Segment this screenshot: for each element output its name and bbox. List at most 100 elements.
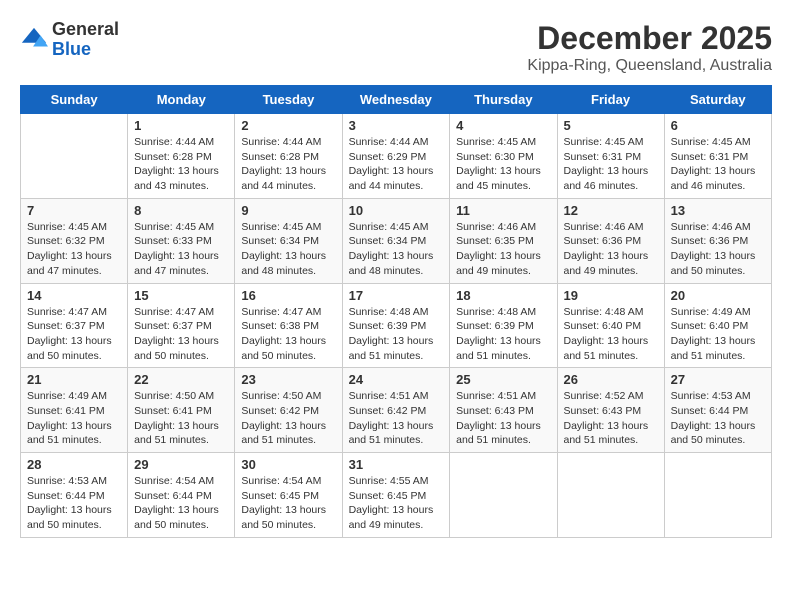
calendar-cell: 4Sunrise: 4:45 AMSunset: 6:30 PMDaylight… [450,114,557,199]
cell-content: Sunrise: 4:44 AMSunset: 6:28 PMDaylight:… [241,135,335,194]
cell-content: Sunrise: 4:46 AMSunset: 6:36 PMDaylight:… [564,220,658,279]
week-row-1: 1 Sunrise: 4:44 AMSunset: 6:28 PMDaylight… [21,114,772,199]
weekday-header-tuesday: Tuesday [235,86,342,114]
cell-content: Sunrise: 4:44 AMSunset: 6:28 PMDaylight:… [134,135,228,194]
cell-content: Sunrise: 4:45 AMSunset: 6:33 PMDaylight:… [134,220,228,279]
calendar-table: SundayMondayTuesdayWednesdayThursdayFrid… [20,85,772,538]
cell-content: Sunrise: 4:50 AMSunset: 6:42 PMDaylight:… [241,389,335,448]
day-number: 20 [671,288,765,303]
day-number: 24 [349,372,444,387]
cell-content: Sunrise: 4:51 AMSunset: 6:43 PMDaylight:… [456,389,550,448]
cell-content: Sunrise: 4:51 AMSunset: 6:42 PMDaylight:… [349,389,444,448]
day-number: 7 [27,203,121,218]
day-number: 8 [134,203,228,218]
calendar-cell: 10 Sunrise: 4:45 AMSunset: 6:34 PMDayligh… [342,198,450,283]
logo-icon [20,26,48,54]
cell-content: Sunrise: 4:45 AMSunset: 6:34 PMDaylight:… [349,220,444,279]
day-number: 3 [349,118,444,133]
cell-content: Sunrise: 4:48 AMSunset: 6:39 PMDaylight:… [349,305,444,364]
calendar-cell: 7 Sunrise: 4:45 AMSunset: 6:32 PMDaylight… [21,198,128,283]
day-number: 9 [241,203,335,218]
calendar-cell [664,453,771,538]
week-row-3: 14 Sunrise: 4:47 AMSunset: 6:37 PMDayligh… [21,283,772,368]
logo-text: General Blue [52,20,119,60]
cell-content: Sunrise: 4:54 AMSunset: 6:45 PMDaylight:… [241,474,335,533]
day-number: 2 [241,118,335,133]
week-row-2: 7 Sunrise: 4:45 AMSunset: 6:32 PMDaylight… [21,198,772,283]
day-number: 15 [134,288,228,303]
day-number: 6 [671,118,765,133]
calendar-cell: 17Sunrise: 4:48 AMSunset: 6:39 PMDayligh… [342,283,450,368]
cell-content: Sunrise: 4:48 AMSunset: 6:40 PMDaylight:… [564,305,658,364]
cell-content: Sunrise: 4:55 AMSunset: 6:45 PMDaylight:… [349,474,444,533]
calendar-cell: 22 Sunrise: 4:50 AMSunset: 6:41 PMDayligh… [128,368,235,453]
calendar-cell: 27 Sunrise: 4:53 AMSunset: 6:44 PMDayligh… [664,368,771,453]
calendar-cell: 26 Sunrise: 4:52 AMSunset: 6:43 PMDayligh… [557,368,664,453]
cell-content: Sunrise: 4:46 AMSunset: 6:35 PMDaylight:… [456,220,550,279]
day-number: 4 [456,118,550,133]
calendar-cell: 28Sunrise: 4:53 AMSunset: 6:44 PMDayligh… [21,453,128,538]
calendar-cell [450,453,557,538]
calendar-cell: 15 Sunrise: 4:47 AMSunset: 6:37 PMDayligh… [128,283,235,368]
cell-content: Sunrise: 4:49 AMSunset: 6:40 PMDaylight:… [671,305,765,364]
page-header: General Blue December 2025 Kippa-Ring, Q… [20,20,772,75]
day-number: 11 [456,203,550,218]
cell-content: Sunrise: 4:49 AMSunset: 6:41 PMDaylight:… [27,389,121,448]
cell-content: Sunrise: 4:47 AMSunset: 6:37 PMDaylight:… [27,305,121,364]
cell-content: Sunrise: 4:44 AMSunset: 6:29 PMDaylight:… [349,135,444,194]
calendar-cell: 24 Sunrise: 4:51 AMSunset: 6:42 PMDayligh… [342,368,450,453]
calendar-cell: 13Sunrise: 4:46 AMSunset: 6:36 PMDayligh… [664,198,771,283]
calendar-cell: 14 Sunrise: 4:47 AMSunset: 6:37 PMDayligh… [21,283,128,368]
logo-blue: Blue [52,39,91,59]
calendar-cell: 30 Sunrise: 4:54 AMSunset: 6:45 PMDayligh… [235,453,342,538]
weekday-header-saturday: Saturday [664,86,771,114]
day-number: 28 [27,457,121,472]
day-number: 26 [564,372,658,387]
calendar-cell [557,453,664,538]
calendar-cell: 9 Sunrise: 4:45 AMSunset: 6:34 PMDaylight… [235,198,342,283]
cell-content: Sunrise: 4:45 AMSunset: 6:31 PMDaylight:… [564,135,658,194]
weekday-header-wednesday: Wednesday [342,86,450,114]
day-number: 14 [27,288,121,303]
month-title: December 2025 [527,20,772,57]
day-number: 23 [241,372,335,387]
calendar-cell: 12Sunrise: 4:46 AMSunset: 6:36 PMDayligh… [557,198,664,283]
day-number: 22 [134,372,228,387]
week-row-4: 21 Sunrise: 4:49 AMSunset: 6:41 PMDayligh… [21,368,772,453]
calendar-cell: 20 Sunrise: 4:49 AMSunset: 6:40 PMDayligh… [664,283,771,368]
location-title: Kippa-Ring, Queensland, Australia [527,57,772,75]
calendar-cell: 16 Sunrise: 4:47 AMSunset: 6:38 PMDayligh… [235,283,342,368]
weekday-header-row: SundayMondayTuesdayWednesdayThursdayFrid… [21,86,772,114]
cell-content: Sunrise: 4:52 AMSunset: 6:43 PMDaylight:… [564,389,658,448]
calendar-cell: 29Sunrise: 4:54 AMSunset: 6:44 PMDayligh… [128,453,235,538]
calendar-cell: 19 Sunrise: 4:48 AMSunset: 6:40 PMDayligh… [557,283,664,368]
weekday-header-sunday: Sunday [21,86,128,114]
cell-content: Sunrise: 4:47 AMSunset: 6:38 PMDaylight:… [241,305,335,364]
cell-content: Sunrise: 4:46 AMSunset: 6:36 PMDaylight:… [671,220,765,279]
day-number: 19 [564,288,658,303]
day-number: 27 [671,372,765,387]
logo: General Blue [20,20,119,60]
day-number: 21 [27,372,121,387]
day-number: 30 [241,457,335,472]
day-number: 1 [134,118,228,133]
logo-general: General [52,19,119,39]
day-number: 16 [241,288,335,303]
calendar-cell: 25Sunrise: 4:51 AMSunset: 6:43 PMDayligh… [450,368,557,453]
cell-content: Sunrise: 4:45 AMSunset: 6:32 PMDaylight:… [27,220,121,279]
weekday-header-thursday: Thursday [450,86,557,114]
cell-content: Sunrise: 4:45 AMSunset: 6:34 PMDaylight:… [241,220,335,279]
day-number: 18 [456,288,550,303]
day-number: 10 [349,203,444,218]
cell-content: Sunrise: 4:47 AMSunset: 6:37 PMDaylight:… [134,305,228,364]
calendar-cell: 31 Sunrise: 4:55 AMSunset: 6:45 PMDayligh… [342,453,450,538]
calendar-cell: 11 Sunrise: 4:46 AMSunset: 6:35 PMDayligh… [450,198,557,283]
day-number: 5 [564,118,658,133]
day-number: 31 [349,457,444,472]
week-row-5: 28Sunrise: 4:53 AMSunset: 6:44 PMDayligh… [21,453,772,538]
cell-content: Sunrise: 4:53 AMSunset: 6:44 PMDaylight:… [671,389,765,448]
cell-content: Sunrise: 4:48 AMSunset: 6:39 PMDaylight:… [456,305,550,364]
cell-content: Sunrise: 4:50 AMSunset: 6:41 PMDaylight:… [134,389,228,448]
calendar-cell: 1 Sunrise: 4:44 AMSunset: 6:28 PMDaylight… [128,114,235,199]
day-number: 29 [134,457,228,472]
